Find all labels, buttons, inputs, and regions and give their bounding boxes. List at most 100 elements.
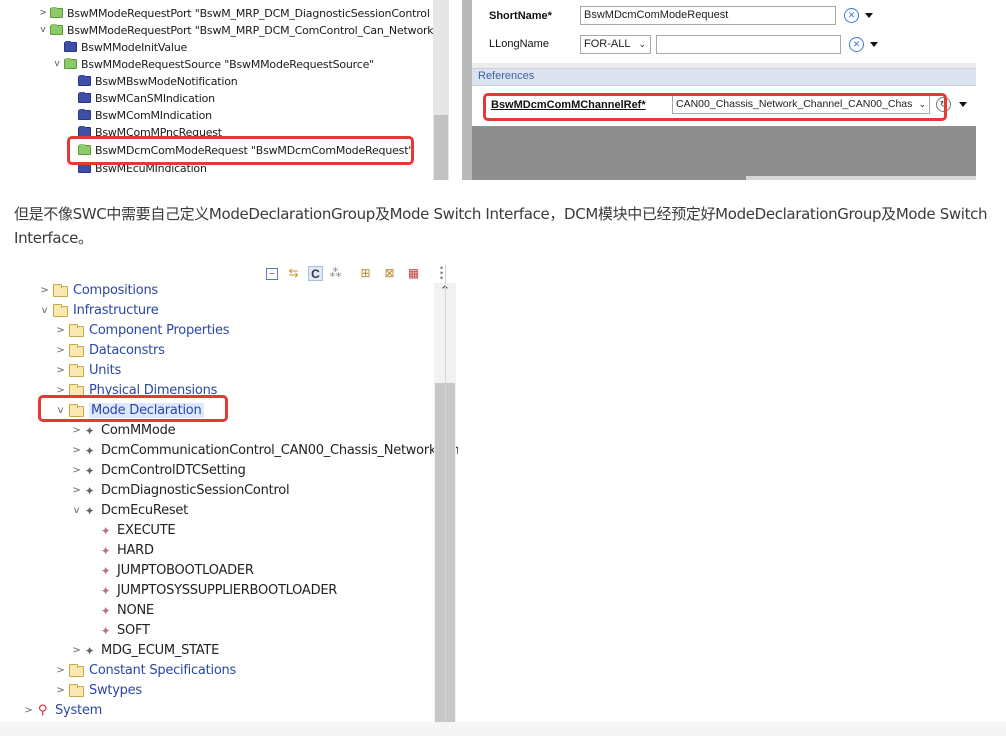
tree-item-units[interactable]: > Units <box>54 361 121 381</box>
mode-icon: ✦ <box>100 604 111 618</box>
reset-icon[interactable]: ✕ <box>844 8 859 23</box>
mode-group-icon: ✦ <box>84 484 95 498</box>
view-menu-icon[interactable]: • • • <box>440 264 448 283</box>
mode-group-icon: ✦ <box>84 424 95 438</box>
tree-row-label: BswMModeRequestSource "BswMModeRequestSo… <box>81 58 375 71</box>
references-section-header[interactable]: References <box>472 68 976 86</box>
folder-icon <box>53 304 68 317</box>
tree-row[interactable]: > BswMModeRequestPort "BswM_MRP_DCM_Diagn… <box>37 5 430 22</box>
green-folder-icon <box>50 24 63 35</box>
filter-icon[interactable]: ⁂ <box>328 266 343 281</box>
mode-group-icon: ✦ <box>84 464 95 478</box>
tree-item-swtypes[interactable]: > Swtypes <box>54 681 142 701</box>
tree-item-label: System <box>55 703 102 718</box>
long-name-field[interactable] <box>656 35 841 54</box>
chevron-right-icon[interactable]: > <box>70 461 83 481</box>
grid-icon[interactable]: ▦ <box>406 266 421 281</box>
long-name-label: LLongName <box>489 38 549 50</box>
refresh-icon[interactable]: C <box>308 266 323 281</box>
tree-item-mode[interactable]: ✦ EXECUTE <box>86 521 176 541</box>
sync-icon[interactable]: ⊠ <box>382 266 397 281</box>
chevron-right-icon[interactable]: > <box>70 421 83 441</box>
tree-item-mode-group[interactable]: > ✦ DcmCommunicationControl_CAN00_Chassis_… <box>70 441 458 461</box>
blue-folder-icon <box>78 109 91 120</box>
tree-item-component-properties[interactable]: > Component Properties <box>54 321 229 341</box>
tree-item-mode-group[interactable]: > ✦ DcmControlDTCSetting <box>70 461 245 481</box>
mode-icon: ✦ <box>100 524 111 538</box>
tree-row[interactable]: BswMBswModeNotification <box>65 73 238 90</box>
dropdown-arrow-icon[interactable] <box>865 13 873 18</box>
chevron-down-icon[interactable]: v <box>38 301 51 321</box>
chevron-right-icon[interactable]: > <box>54 321 67 341</box>
tree-item-system[interactable]: > ⚲ System <box>22 701 102 721</box>
green-folder-icon <box>64 58 77 69</box>
tree-item-compositions[interactable]: > Compositions <box>38 281 158 301</box>
tree-item-label: SOFT <box>117 623 150 638</box>
tree-item-dataconstrs[interactable]: > Dataconstrs <box>54 341 165 361</box>
references-title: References <box>478 70 535 82</box>
chevron-right-icon[interactable]: > <box>70 441 83 461</box>
expand-toggle-icon[interactable]: v <box>51 56 63 73</box>
properties-panel: ShortName* BswMDcmComModeRequest ✕ LLong… <box>462 0 976 180</box>
system-icon: ⚲ <box>37 703 48 718</box>
dropdown-arrow-icon[interactable] <box>870 42 878 47</box>
tree-item-mode-group[interactable]: > ✦ MDG_ECUM_STATE <box>70 641 219 661</box>
chevron-down-icon[interactable]: v <box>70 501 83 521</box>
chevron-right-icon[interactable]: > <box>54 361 67 381</box>
green-folder-icon <box>50 7 63 18</box>
folder-icon <box>69 364 84 377</box>
chevron-right-icon[interactable]: > <box>70 481 83 501</box>
panel-divider <box>445 265 446 725</box>
tree-row[interactable]: v BswMModeRequestPort "BswM_MRP_DCM_ComCo… <box>37 22 433 39</box>
lang-value: FOR-ALL <box>584 38 631 50</box>
scroll-thumb[interactable] <box>434 115 448 180</box>
tree-item-mode-group[interactable]: > ✦ ComMMode <box>70 421 175 441</box>
reset-icon[interactable]: ✕ <box>849 37 864 52</box>
tree-scrollbar[interactable] <box>433 0 449 180</box>
tree-item-mode[interactable]: ✦ JUMPTOBOOTLOADER <box>86 561 254 581</box>
tree-item-mode-group[interactable]: v ✦ DcmEcuReset <box>70 501 189 521</box>
long-name-lang-select[interactable]: FOR-ALL ⌄ <box>580 35 651 54</box>
tree-item-infrastructure[interactable]: v Infrastructure <box>38 301 159 321</box>
tree-row[interactable]: v BswMModeRequestSource "BswMModeRequestS… <box>51 56 374 73</box>
folder-icon <box>69 664 84 677</box>
tree-row[interactable]: BswMModeInitValue <box>51 39 187 56</box>
link-icon[interactable]: ⇆ <box>286 266 301 281</box>
chevron-right-icon[interactable]: > <box>54 341 67 361</box>
short-name-label: ShortName* <box>489 10 552 22</box>
tree-item-mode[interactable]: ✦ JUMPTOSYSSUPPLIERBOOTLOADER <box>86 581 338 601</box>
tree-row-label: BswMBswModeNotification <box>95 75 238 88</box>
highlight-box <box>483 93 947 121</box>
tree-item-mode[interactable]: ✦ HARD <box>86 541 154 561</box>
tree-item-label: Dataconstrs <box>89 343 165 358</box>
chevron-right-icon[interactable]: > <box>38 281 51 301</box>
tree-row-label: BswMModeInitValue <box>81 41 188 54</box>
collapse-all-icon[interactable]: − <box>266 268 278 280</box>
mode-group-icon: ✦ <box>84 644 95 658</box>
tree-item-label: Infrastructure <box>73 303 159 318</box>
tree-item-constant-specifications[interactable]: > Constant Specifications <box>54 661 236 681</box>
expand-toggle-icon[interactable]: v <box>37 22 49 39</box>
mode-icon: ✦ <box>100 624 111 638</box>
short-name-field[interactable]: BswMDcmComModeRequest <box>580 6 836 25</box>
folder-icon <box>69 324 84 337</box>
chevron-right-icon[interactable]: > <box>54 661 67 681</box>
tree-item-label: JUMPTOSYSSUPPLIERBOOTLOADER <box>117 583 338 598</box>
tree-item-mode[interactable]: ✦ NONE <box>86 601 155 621</box>
chevron-right-icon[interactable]: > <box>70 641 83 661</box>
chevron-right-icon[interactable]: > <box>54 681 67 701</box>
tree-item-label: Units <box>89 363 121 378</box>
folder-icon <box>53 284 68 297</box>
tree-row[interactable]: BswMCanSMIndication <box>65 90 215 107</box>
expand-icon[interactable]: ⊞ <box>358 266 373 281</box>
chevron-right-icon[interactable]: > <box>22 701 35 721</box>
blue-folder-icon <box>78 92 91 103</box>
tree-item-mode[interactable]: ✦ SOFT <box>86 621 150 641</box>
tree-row[interactable]: BswMComMIndication <box>65 107 212 124</box>
explorer-toolbar: − ⇆ C ⁂ ⊞ ⊠ ▦ <box>262 265 434 283</box>
dropdown-arrow-icon[interactable] <box>959 102 967 107</box>
tree-item-mode-group[interactable]: > ✦ DcmDiagnosticSessionControl <box>70 481 289 501</box>
tree-item-label: JUMPTOBOOTLOADER <box>117 563 254 578</box>
expand-toggle-icon[interactable]: > <box>37 5 49 22</box>
tree-item-label: DcmCommunicationControl_CAN00_Chassis_Ne… <box>101 443 458 458</box>
